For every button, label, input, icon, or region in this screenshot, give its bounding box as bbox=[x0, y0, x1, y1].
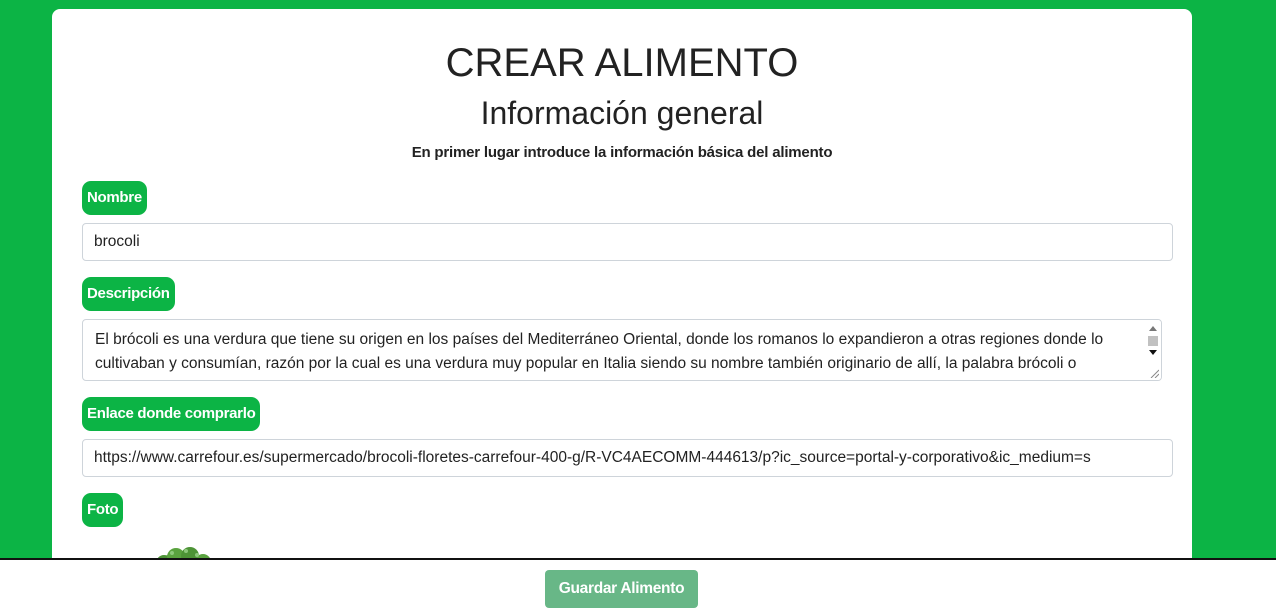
save-food-button[interactable]: Guardar Alimento bbox=[545, 570, 698, 608]
photo-label: Foto bbox=[82, 493, 124, 527]
description-text: El brócoli es una verdura que tiene su o… bbox=[95, 331, 1104, 380]
description-label: Descripción bbox=[82, 277, 175, 311]
name-label: Nombre bbox=[82, 181, 147, 215]
name-input[interactable]: brocoli bbox=[82, 223, 1173, 261]
scroll-thumb[interactable] bbox=[1148, 336, 1158, 346]
arrow-down-icon[interactable] bbox=[1149, 350, 1157, 355]
page-title: CREAR ALIMENTO bbox=[445, 41, 799, 85]
intro-text: En primer lugar introduce la información… bbox=[411, 144, 833, 161]
link-input[interactable]: https://www.carrefour.es/supermercado/br… bbox=[82, 439, 1173, 477]
create-food-card: CREAR ALIMENTO Información general En pr… bbox=[52, 9, 1192, 573]
resize-grip-icon[interactable] bbox=[1149, 368, 1159, 378]
arrow-up-icon[interactable] bbox=[1149, 326, 1157, 331]
footer-bar: Guardar Alimento bbox=[0, 558, 1276, 615]
link-label: Enlace donde comprarlo bbox=[82, 397, 261, 431]
section-title: Información general bbox=[480, 95, 764, 131]
description-textarea[interactable]: El brócoli es una verdura que tiene su o… bbox=[82, 319, 1162, 381]
